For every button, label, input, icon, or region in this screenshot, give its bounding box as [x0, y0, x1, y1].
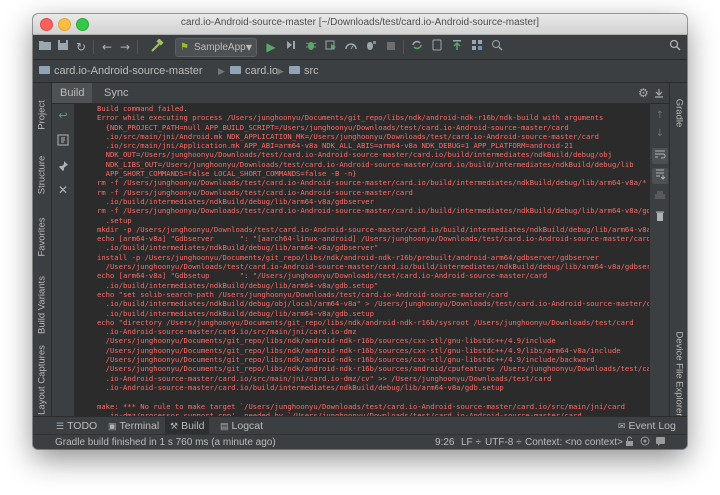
- avd-manager-icon[interactable]: [429, 39, 445, 55]
- tool-tab-label: Event Log: [628, 420, 676, 432]
- tool-tab-terminal[interactable]: ▣ Terminal: [103, 417, 164, 435]
- build-side-toolbar: ↩ ✕: [52, 104, 75, 416]
- save-icon[interactable]: [55, 39, 71, 55]
- main-toolbar: ↻ ← → ⚑ SampleApp ▼ ▶: [33, 35, 687, 60]
- tab-sync[interactable]: Sync: [96, 83, 136, 103]
- scroll-to-end-icon[interactable]: [652, 168, 668, 184]
- breadcrumb-item-module[interactable]: card.io: [230, 64, 278, 78]
- tool-tab-label: Build Variants: [36, 276, 48, 334]
- hide-panel-icon[interactable]: [654, 85, 664, 102]
- layout-inspector-icon[interactable]: [489, 39, 505, 55]
- arrow-up-icon[interactable]: ↑: [652, 108, 668, 124]
- tab-build[interactable]: Build: [52, 83, 93, 103]
- sdk-manager-icon[interactable]: [449, 39, 465, 55]
- navigation-bar: card.io-Android-source-master ▶ card.io …: [33, 60, 687, 83]
- context-indicator[interactable]: Context: <no context>: [525, 436, 623, 449]
- tool-tab-label: Terminal: [119, 420, 160, 432]
- console-toolbar: ↑ ↓: [649, 104, 670, 416]
- build-output-text: Build command failed. Error while execut…: [97, 104, 649, 416]
- debug-icon[interactable]: [303, 39, 319, 55]
- forward-icon[interactable]: →: [117, 39, 133, 55]
- tool-tab-build[interactable]: ⚒ Build: [165, 417, 210, 435]
- tool-tab-label: Structure: [36, 155, 48, 195]
- window-title: card.io-Android-source-master [~/Downloa…: [180, 17, 540, 28]
- ide-window: card.io-Android-source-master [~/Downloa…: [33, 14, 687, 449]
- print-icon[interactable]: [652, 190, 668, 206]
- search-icon[interactable]: [667, 39, 683, 55]
- attach-debugger-icon[interactable]: [363, 39, 379, 55]
- apply-changes-icon[interactable]: [283, 39, 299, 55]
- title-bar: card.io-Android-source-master [~/Downloa…: [33, 14, 687, 35]
- chevron-right-icon: ▶: [218, 66, 225, 76]
- chevron-right-icon: ▶: [277, 66, 284, 76]
- tool-tab-event-log[interactable]: ✉ Event Log: [613, 417, 681, 435]
- pin-icon[interactable]: [55, 160, 71, 176]
- breadcrumb-label: card.io-Android-source-master: [54, 65, 203, 77]
- gradle-sync-icon[interactable]: [409, 39, 425, 55]
- tool-tab-build-variants[interactable]: Build Variants: [34, 269, 50, 341]
- tool-tab-structure[interactable]: Structure: [34, 145, 50, 205]
- tool-tab-project[interactable]: Project: [34, 87, 50, 143]
- run-configuration-selector[interactable]: ⚑ SampleApp ▼: [175, 38, 257, 57]
- folder-icon: [230, 66, 241, 75]
- chevron-down-icon: ▼: [245, 43, 252, 52]
- tool-tab-todo[interactable]: ☰ TODO: [51, 417, 102, 435]
- build-output-console[interactable]: Build command failed. Error while execut…: [75, 104, 649, 416]
- breadcrumb-item-project[interactable]: card.io-Android-source-master: [39, 64, 203, 78]
- run-icon[interactable]: ▶: [263, 39, 279, 55]
- build-panel-header: Build Sync ⚙: [52, 83, 669, 104]
- stop-icon[interactable]: [383, 39, 399, 55]
- tool-tab-label: Gradle: [673, 98, 685, 128]
- rebuild-icon[interactable]: ↩: [55, 108, 71, 124]
- open-folder-icon[interactable]: [37, 39, 53, 55]
- file-encoding-selector[interactable]: UTF-8 ÷: [485, 436, 522, 449]
- gear-icon[interactable]: ⚙: [638, 85, 649, 101]
- left-tool-stripe: Project Structure Favorites Build Varian…: [33, 83, 52, 416]
- breadcrumb-item-src[interactable]: src: [289, 64, 319, 78]
- folder-icon: [39, 66, 50, 75]
- tool-tab-label: Project: [36, 100, 48, 130]
- tool-tab-gradle[interactable]: Gradle: [671, 87, 687, 139]
- line-separator-selector[interactable]: LF ÷: [461, 436, 481, 449]
- tool-tab-logcat[interactable]: ▤ Logcat: [215, 417, 268, 435]
- tool-tab-favorites[interactable]: Favorites: [34, 207, 50, 267]
- tool-tab-label: Logcat: [231, 420, 264, 432]
- bottom-tool-bar: ☰ TODO ▣ Terminal ⚒ Build ▤ Logcat ✉ Event Lo…: [33, 416, 687, 435]
- breadcrumb-label: card.io: [245, 65, 279, 77]
- breadcrumb-label: src: [304, 65, 319, 77]
- hammer-icon: ⚒: [170, 421, 179, 431]
- tool-tab-label: Favorites: [36, 217, 48, 257]
- tool-tab-label: Build: [181, 420, 205, 432]
- right-tool-stripe: Gradle Device File Explorer: [669, 83, 687, 417]
- toggle-view-icon[interactable]: [55, 134, 71, 150]
- terminal-icon: ▣: [108, 421, 117, 431]
- status-bar: Gradle build finished in 1 s 760 ms (a m…: [33, 434, 687, 449]
- run-configuration-label: SampleApp: [194, 42, 246, 53]
- logcat-icon: ▤: [220, 421, 229, 431]
- tool-tab-label: Device File Explorer: [673, 331, 685, 417]
- tool-tab-label: Layout Captures: [36, 345, 48, 415]
- caret-position[interactable]: 9:26: [435, 436, 454, 449]
- soft-wrap-icon[interactable]: [652, 148, 668, 164]
- arrow-down-icon[interactable]: ↓: [652, 126, 668, 142]
- android-icon: ⚑: [180, 42, 189, 53]
- sync-icon[interactable]: ↻: [73, 39, 89, 55]
- project-structure-icon[interactable]: [469, 39, 485, 55]
- close-icon[interactable]: ✕: [55, 182, 71, 198]
- tool-tab-layout-captures[interactable]: Layout Captures: [34, 345, 50, 415]
- trash-icon[interactable]: [652, 210, 668, 226]
- folder-icon: [289, 66, 300, 75]
- run-with-coverage-icon[interactable]: [323, 39, 339, 55]
- hammer-icon[interactable]: [149, 38, 165, 55]
- lock-icon[interactable]: [625, 436, 634, 449]
- back-icon[interactable]: ←: [99, 39, 115, 55]
- profile-icon[interactable]: [343, 39, 359, 55]
- event-log-icon: ✉: [618, 421, 626, 431]
- list-icon: ☰: [56, 421, 65, 431]
- notifications-icon[interactable]: [655, 436, 666, 449]
- inspector-icon[interactable]: [639, 436, 651, 449]
- status-message[interactable]: Gradle build finished in 1 s 760 ms (a m…: [55, 436, 276, 449]
- tool-tab-label: TODO: [67, 420, 98, 432]
- tool-tab-device-file-explorer[interactable]: Device File Explorer: [671, 331, 687, 417]
